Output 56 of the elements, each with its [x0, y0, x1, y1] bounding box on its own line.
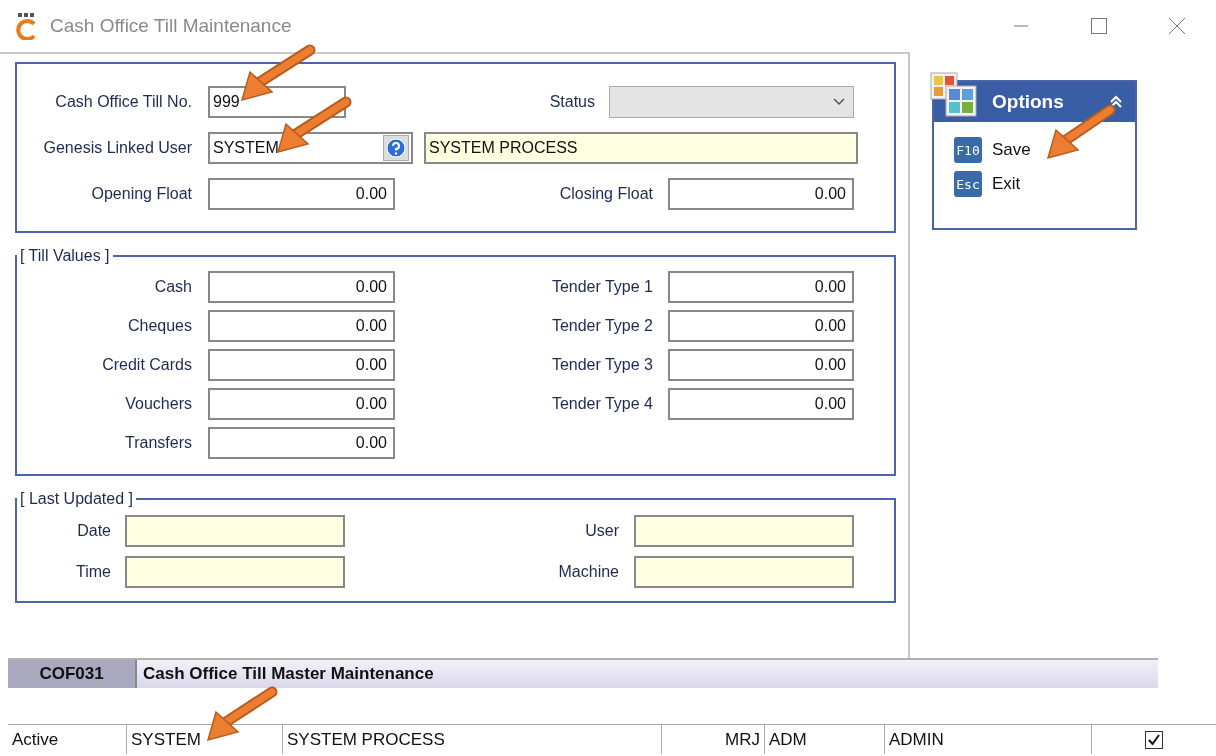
group-title: [ Till Values ]: [19, 247, 111, 265]
field-label: Credit Cards: [101, 355, 193, 374]
chevron-up-double-icon: [1109, 95, 1123, 109]
amount-field[interactable]: 0.00: [208, 387, 395, 420]
table-cell: MRJ: [662, 725, 765, 754]
field-label: Tender Type 2: [550, 316, 654, 335]
close-icon: [1168, 17, 1186, 35]
key-badge: F10: [954, 137, 982, 163]
field-label: Tender Type 4: [550, 394, 654, 413]
user-name-field: SYSTEM PROCESS: [424, 131, 858, 164]
chevron-down-icon: [833, 97, 845, 106]
annotation-arrow: [206, 686, 278, 742]
field-label: Cheques: [126, 316, 193, 335]
field-label: Opening Float: [90, 184, 193, 203]
amount-field[interactable]: 0.00: [208, 270, 395, 303]
help-button[interactable]: [383, 134, 409, 161]
amount-field[interactable]: 0.00: [208, 309, 395, 342]
field-label: Status: [548, 92, 596, 111]
amount-field[interactable]: 0.00: [208, 426, 395, 459]
screen-code: COF031: [8, 660, 135, 688]
table-cell: SYSTEM PROCESS: [283, 725, 662, 754]
linked-user-field[interactable]: SYSTEM: [208, 131, 413, 164]
field-label: Time: [75, 563, 112, 581]
field-label: Vouchers: [124, 394, 193, 413]
amount-field[interactable]: 0.00: [668, 348, 854, 381]
screen-title: Cash Office Till Master Maintenance: [135, 660, 1158, 688]
group-title: [ Last Updated ]: [19, 490, 134, 508]
field-label: Transfers: [124, 433, 193, 452]
window-title: Cash Office Till Maintenance: [50, 15, 292, 37]
opening-float-field[interactable]: 0.00: [208, 177, 395, 210]
field-label: Tender Type 1: [550, 277, 654, 296]
amount-field[interactable]: 0.00: [208, 348, 395, 381]
amount-field[interactable]: 0.00: [668, 270, 854, 303]
options-title: Options: [992, 91, 1064, 113]
table-cell: Active: [8, 725, 127, 754]
field-label: Tender Type 3: [550, 355, 654, 374]
status-dropdown[interactable]: [609, 85, 854, 118]
amount-field[interactable]: 0.00: [668, 309, 854, 342]
closing-float-field[interactable]: 0.00: [668, 177, 854, 210]
table-cell: ADM: [765, 725, 885, 754]
maximize-icon: [1090, 17, 1108, 35]
option-item[interactable]: Esc Exit: [954, 171, 1135, 197]
collapse-button[interactable]: [1109, 95, 1123, 109]
checkbox[interactable]: [1145, 730, 1163, 749]
field-label: Genesis Linked User: [42, 138, 193, 157]
field-label: Cash Office Till No.: [54, 92, 193, 111]
field-label: Cash: [153, 277, 193, 296]
help-icon: [386, 137, 406, 158]
field-label: Closing Float: [558, 184, 654, 203]
table-cell: ADMIN: [885, 725, 1092, 754]
field-label: Date: [76, 522, 112, 540]
amount-field[interactable]: 0.00: [668, 387, 854, 420]
minimize-icon: [1013, 25, 1029, 27]
field-label: Machine: [557, 563, 620, 581]
key-badge: Esc: [954, 171, 982, 197]
field-label: User: [584, 522, 620, 540]
